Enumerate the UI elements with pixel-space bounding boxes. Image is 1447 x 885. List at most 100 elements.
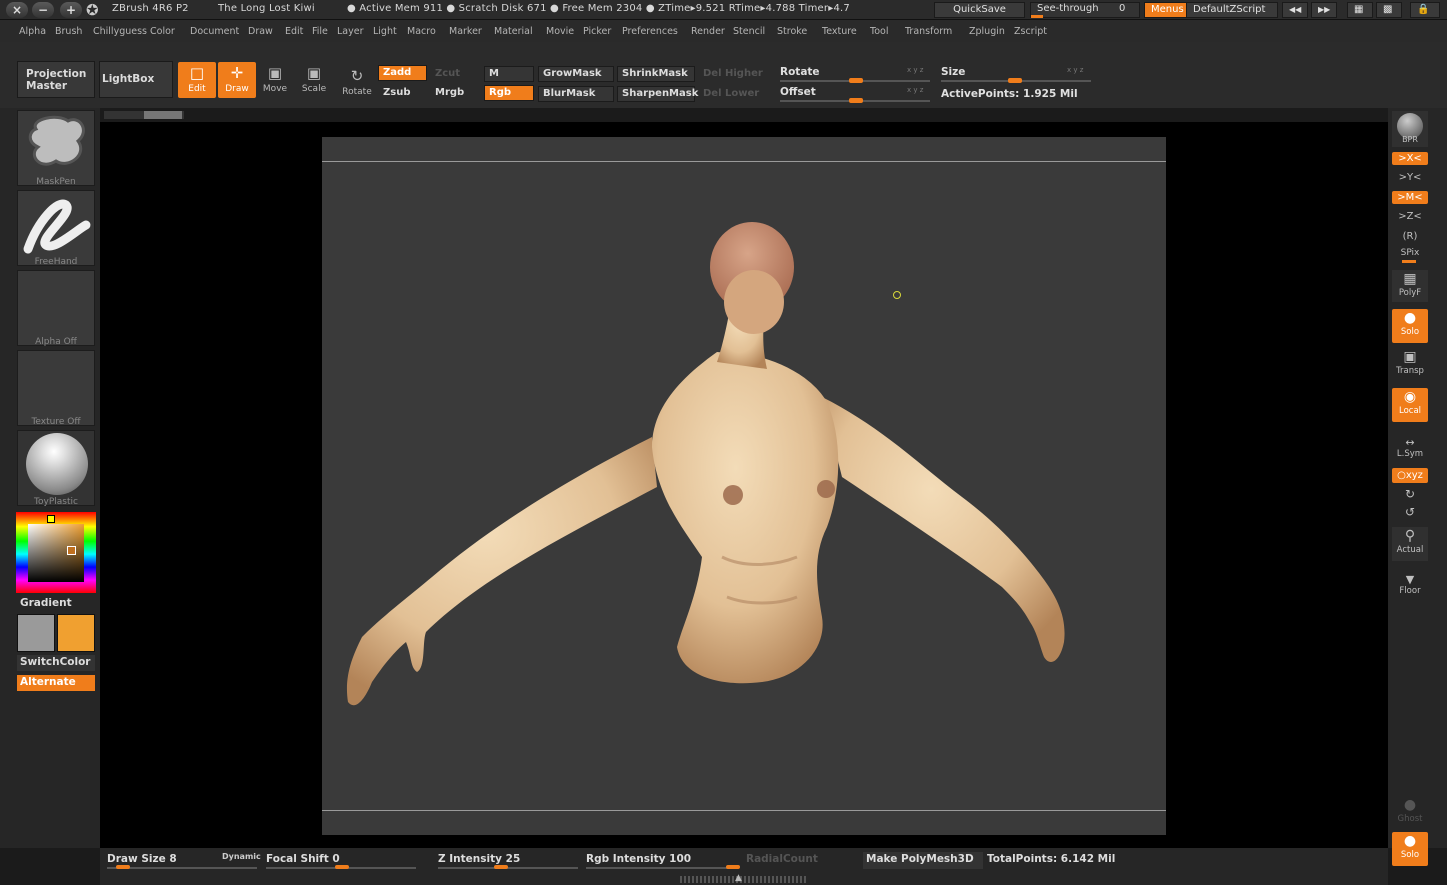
m-button[interactable]: M bbox=[484, 66, 534, 82]
spix-knob[interactable] bbox=[1402, 260, 1416, 263]
primary-color-swatch[interactable] bbox=[17, 614, 55, 652]
menu-edit[interactable]: Edit bbox=[285, 26, 303, 37]
solo-button[interactable]: ● Solo bbox=[1392, 309, 1428, 343]
menu-alpha[interactable]: Alpha bbox=[19, 26, 46, 37]
switchcolor-button[interactable]: SwitchColor bbox=[17, 655, 95, 671]
transp-button[interactable]: ▣ Transp bbox=[1392, 348, 1428, 382]
symmetry-z-button[interactable]: >Z< bbox=[1392, 210, 1428, 223]
zadd-button[interactable]: Zadd bbox=[378, 65, 427, 81]
see-through-knob[interactable] bbox=[1031, 15, 1043, 18]
expand-up-icon[interactable]: ▲ bbox=[735, 873, 742, 883]
menu-material[interactable]: Material bbox=[494, 26, 533, 37]
gradient-button[interactable]: Gradient bbox=[20, 597, 72, 609]
color-picker[interactable] bbox=[16, 512, 96, 593]
lsym-button[interactable]: ↔ L.Sym bbox=[1392, 437, 1428, 461]
minimize-icon[interactable]: − bbox=[32, 2, 54, 18]
menu-tool[interactable]: Tool bbox=[870, 26, 888, 37]
scroll-thumb[interactable] bbox=[144, 111, 182, 119]
blurmask-button[interactable]: BlurMask bbox=[538, 86, 614, 102]
zcut-button[interactable]: Zcut bbox=[430, 66, 480, 82]
texture-thumbnail[interactable] bbox=[17, 350, 95, 426]
secondary-color-swatch[interactable] bbox=[57, 614, 95, 652]
menu-light[interactable]: Light bbox=[373, 26, 397, 37]
rotate-slider-knob[interactable] bbox=[849, 78, 863, 83]
see-through-slider[interactable]: See-through 0 bbox=[1030, 2, 1140, 18]
menu-transform[interactable]: Transform bbox=[905, 26, 952, 37]
draw-size-slider[interactable]: Draw Size 8 bbox=[107, 853, 177, 865]
move-mode-button[interactable]: ▣ Move bbox=[256, 62, 294, 98]
solo-bottom-button[interactable]: ● Solo bbox=[1392, 832, 1428, 866]
offset-xyz-label[interactable]: x y z bbox=[907, 86, 923, 94]
rgb-intensity-track[interactable] bbox=[586, 867, 736, 869]
z-intensity-slider[interactable]: Z Intensity 25 bbox=[438, 853, 520, 865]
scale-mode-button[interactable]: ▣ Scale bbox=[295, 62, 333, 98]
sharpenmask-button[interactable]: SharpenMask bbox=[617, 86, 698, 102]
z-intensity-track[interactable] bbox=[438, 867, 578, 869]
size-slider-knob[interactable] bbox=[1008, 78, 1022, 83]
bpr-button[interactable]: BPR bbox=[1392, 111, 1428, 147]
shrinkmask-button[interactable]: ShrinkMask bbox=[617, 66, 695, 82]
dynamic-button[interactable]: Dynamic bbox=[222, 852, 261, 861]
menu-document[interactable]: Document bbox=[190, 26, 239, 37]
rotate-mode-button[interactable]: ↻ Rotate bbox=[338, 65, 376, 101]
projection-master-button[interactable]: Projection Master bbox=[17, 61, 95, 98]
lightbox-button[interactable]: LightBox bbox=[99, 61, 173, 98]
bottom-tray-handle[interactable] bbox=[680, 876, 808, 883]
scroll-strip[interactable] bbox=[104, 111, 184, 119]
edit-mode-button[interactable]: □ Edit bbox=[178, 62, 216, 98]
menu-zscript[interactable]: Zscript bbox=[1014, 26, 1047, 37]
close-icon[interactable]: × bbox=[6, 2, 28, 18]
maximize-icon[interactable]: + bbox=[60, 2, 82, 18]
symmetry-r-button[interactable]: (R) bbox=[1392, 230, 1428, 243]
menu-macro[interactable]: Macro bbox=[407, 26, 436, 37]
symmetry-x-button[interactable]: >X< bbox=[1392, 152, 1428, 165]
layout-icon[interactable]: ▦ bbox=[1347, 2, 1373, 18]
make-polymesh-button[interactable]: Make PolyMesh3D bbox=[863, 852, 983, 869]
menu-marker[interactable]: Marker bbox=[449, 26, 482, 37]
actual-button[interactable]: ⚲ Actual bbox=[1392, 527, 1428, 561]
material-thumbnail[interactable] bbox=[17, 430, 95, 506]
zsub-button[interactable]: Zsub bbox=[378, 85, 427, 101]
offset-slider-knob[interactable] bbox=[849, 98, 863, 103]
menu-chillyguess[interactable]: Chillyguess bbox=[93, 26, 147, 37]
size-xyz-label[interactable]: x y z bbox=[1067, 66, 1083, 74]
spix-slider[interactable]: SPix bbox=[1392, 248, 1428, 264]
mrgb-button[interactable]: Mrgb bbox=[430, 85, 480, 101]
ghost-button[interactable]: ● Ghost bbox=[1392, 796, 1428, 824]
stroke-thumbnail[interactable] bbox=[17, 190, 95, 266]
menu-file[interactable]: File bbox=[312, 26, 328, 37]
rotate-z-icon[interactable]: ↺ bbox=[1392, 505, 1428, 520]
brush-thumbnail[interactable] bbox=[17, 110, 95, 186]
menu-stencil[interactable]: Stencil bbox=[733, 26, 765, 37]
menu-layer[interactable]: Layer bbox=[337, 26, 364, 37]
focal-shift-slider[interactable]: Focal Shift 0 bbox=[266, 853, 340, 865]
rotate-xyz-label[interactable]: x y z bbox=[907, 66, 923, 74]
ui-grow-icon[interactable]: ▶▶ bbox=[1311, 2, 1337, 18]
del-lower-button[interactable]: Del Lower bbox=[698, 86, 770, 102]
alternate-button[interactable]: Alternate bbox=[17, 675, 95, 691]
menu-texture[interactable]: Texture bbox=[822, 26, 857, 37]
radial-count-slider[interactable]: RadialCount bbox=[746, 853, 818, 865]
symmetry-m-button[interactable]: >M< bbox=[1392, 191, 1428, 204]
rgb-intensity-knob[interactable] bbox=[726, 865, 740, 869]
color-marker[interactable] bbox=[67, 546, 76, 555]
z-intensity-knob[interactable] bbox=[494, 865, 508, 869]
alpha-thumbnail[interactable] bbox=[17, 270, 95, 346]
rotate-y-icon[interactable]: ↻ bbox=[1392, 487, 1428, 502]
menu-zplugin[interactable]: Zplugin bbox=[969, 26, 1005, 37]
document-canvas[interactable] bbox=[322, 137, 1166, 835]
lock-icon[interactable]: 🔒 bbox=[1410, 2, 1440, 18]
default-zscript-button[interactable]: DefaultZScript bbox=[1186, 2, 1278, 18]
ui-shrink-icon[interactable]: ◀◀ bbox=[1282, 2, 1308, 18]
menu-draw[interactable]: Draw bbox=[248, 26, 273, 37]
menus-button[interactable]: Menus bbox=[1144, 2, 1191, 18]
floor-button[interactable]: ▼ Floor bbox=[1392, 574, 1428, 598]
menu-movie[interactable]: Movie bbox=[546, 26, 574, 37]
menu-color[interactable]: Color bbox=[150, 26, 175, 37]
polyf-button[interactable]: ▦ PolyF bbox=[1392, 270, 1428, 302]
sculpt-model[interactable] bbox=[322, 137, 1166, 835]
menu-brush[interactable]: Brush bbox=[55, 26, 82, 37]
hue-marker[interactable] bbox=[47, 515, 55, 523]
local-button[interactable]: ◉ Local bbox=[1392, 388, 1428, 422]
menu-picker[interactable]: Picker bbox=[583, 26, 611, 37]
